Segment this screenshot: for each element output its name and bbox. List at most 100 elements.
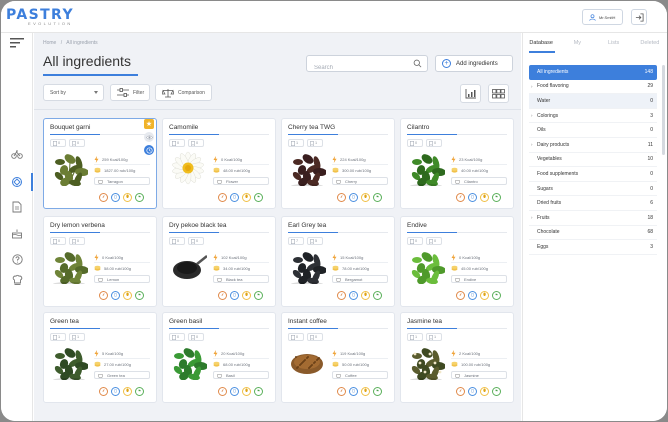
chef-icon[interactable] xyxy=(10,273,24,287)
tab-my[interactable]: My xyxy=(559,33,595,53)
lists-count-value: 1 xyxy=(77,335,80,339)
category-item[interactable]: › Colorings 3 xyxy=(529,109,657,124)
price-value: 27.00 rub/100g xyxy=(104,361,131,367)
category-label: Colorings xyxy=(537,112,559,119)
chart-view-button[interactable] xyxy=(460,84,481,103)
category-item[interactable]: › Food flavoring 29 xyxy=(529,80,657,95)
category-item[interactable]: Eggs 3 xyxy=(529,240,657,255)
ingredient-card[interactable]: Endive 0 0 0 Kcal/100g 45.00 rub/100g En… xyxy=(400,216,514,307)
recipes-count-value: 0 xyxy=(296,335,299,339)
ingredient-card[interactable]: Instant coffee 0 0 119 Kcal/100g 50.00 r… xyxy=(281,312,395,403)
lists-count: 0 xyxy=(69,237,85,245)
clock-icon[interactable] xyxy=(144,145,154,155)
menu-icon[interactable] xyxy=(10,36,24,50)
calories-value: 0 Kcal/100g xyxy=(459,255,481,260)
add-ingredients-label: Add ingredients xyxy=(456,60,498,67)
category-item[interactable]: › Fruits 18 xyxy=(529,211,657,226)
recipes-count-value: 0 xyxy=(58,239,61,243)
egg-icon: ⬮ xyxy=(361,387,370,396)
category-label: Sugars xyxy=(537,185,553,192)
bookmark-icon xyxy=(310,140,314,146)
ingredient-card[interactable]: Dry lemon verbena 0 0 0 Kcal/100g 58.00 … xyxy=(43,216,157,307)
milk-icon: ▯ xyxy=(468,387,477,396)
tab-deleted[interactable]: Deleted xyxy=(632,33,667,53)
ingredient-card[interactable]: Cilantro 0 0 23 Kcal/100g 40.00 rub/100g… xyxy=(400,118,514,209)
calories-value: 102 Kcal/100g xyxy=(221,255,247,260)
category-item[interactable]: Water 0 xyxy=(529,94,657,109)
calories-row: 20 Kcal/100g xyxy=(213,350,244,357)
coins-icon xyxy=(332,265,339,271)
ingredients-icon[interactable] xyxy=(10,175,24,189)
ingredient-card[interactable]: Jasmine tea 1 1 2 Kcal/100g 100.00 rub/1… xyxy=(400,312,514,403)
name-underline xyxy=(288,328,388,329)
logout-button[interactable] xyxy=(631,9,647,25)
page-title: All ingredients xyxy=(43,53,131,69)
calories-row: 119 Kcal/100g xyxy=(332,350,365,357)
lists-count-value: 0 xyxy=(315,335,318,339)
add-ingredients-button[interactable]: + Add ingredients xyxy=(435,55,513,72)
ingredient-photo xyxy=(407,248,446,285)
category-scrollbar[interactable] xyxy=(662,65,665,155)
category-label: All ingredients xyxy=(537,69,569,76)
diet-badges: ⸙ ▯ ⬮ ❧ xyxy=(99,387,144,396)
category-item[interactable]: › Dairy products 11 xyxy=(529,138,657,153)
flavor-tag: Cilantro xyxy=(451,177,507,185)
left-sidebar xyxy=(1,33,33,421)
diet-badges: ⸙ ▯ ⬮ ❧ xyxy=(337,291,382,300)
category-item[interactable]: Oils 0 xyxy=(529,123,657,138)
category-item[interactable]: Food supplements 0 xyxy=(529,167,657,182)
plus-icon: + xyxy=(442,59,451,68)
category-item[interactable]: Sugars 0 xyxy=(529,182,657,197)
lists-count: 0 xyxy=(426,237,442,245)
leaf-icon: ❧ xyxy=(254,193,263,202)
ingredient-card[interactable]: Bouquet garni 0 0 259 Kcal/100g 1827.00 … xyxy=(43,118,157,209)
calories-row: 224 Kcal/100g xyxy=(332,156,366,163)
help-icon[interactable] xyxy=(10,252,24,266)
lightning-icon xyxy=(332,156,337,163)
ingredient-card[interactable]: Earl Grey tea 7 5 15 Kcal/100g 78.00 rub… xyxy=(281,216,395,307)
star-icon[interactable]: ★ xyxy=(144,119,154,129)
search-input[interactable] xyxy=(307,60,407,76)
name-underline xyxy=(407,328,507,329)
price-value: 50.00 rub/100g xyxy=(342,361,369,367)
sort-by-select[interactable]: Sort by xyxy=(43,84,104,101)
category-count: 148 xyxy=(644,69,653,76)
ingredient-card[interactable]: Green tea 1 1 5 Kcal/100g 27.00 rub/100g… xyxy=(43,312,157,403)
tab-lists[interactable]: Lists xyxy=(596,33,632,53)
category-item[interactable]: Chocolate 68 xyxy=(529,226,657,241)
user-menu-button[interactable]: Mr.SmitH xyxy=(582,9,623,25)
recipes-count-value: 0 xyxy=(415,141,418,145)
ingredient-card[interactable]: Camomile 0 0 0 Kcal/100g 48.00 rub/100g … xyxy=(162,118,276,209)
flavor-tag: Black tea xyxy=(213,275,269,283)
name-underline xyxy=(169,134,269,135)
grid-view-button[interactable] xyxy=(488,84,509,103)
ingredient-card[interactable]: Dry pekoe black tea 0 0 102 Kcal/100g 34… xyxy=(162,216,276,307)
ingredient-card[interactable]: Green basil 0 0 20 Kcal/100g 68.00 rub/1… xyxy=(162,312,276,403)
egg-icon: ⬮ xyxy=(242,193,251,202)
diet-badges: ⸙ ▯ ⬮ ❧ xyxy=(456,193,501,202)
cake-icon[interactable] xyxy=(10,226,24,240)
ingredient-card[interactable]: Cherry tea TWG 1 1 224 Kcal/100g 300.00 … xyxy=(281,118,395,209)
document-icon[interactable] xyxy=(10,200,24,214)
search-icon[interactable] xyxy=(413,59,422,68)
egg-icon: ⬮ xyxy=(361,193,370,202)
recipes-count: 0 xyxy=(288,333,304,341)
lightning-icon xyxy=(332,350,337,357)
egg-icon: ⬮ xyxy=(123,387,132,396)
tab-database[interactable]: Database xyxy=(523,33,559,53)
eye-icon[interactable] xyxy=(144,132,154,142)
coins-icon xyxy=(94,265,101,271)
leaf-icon: ❧ xyxy=(492,387,501,396)
comparison-button[interactable]: Comparison xyxy=(155,84,212,101)
bike-icon[interactable] xyxy=(10,147,24,161)
price-value: 48.00 rub/100g xyxy=(223,167,250,173)
breadcrumb-home[interactable]: Home xyxy=(43,40,56,46)
lists-count: 0 xyxy=(307,333,323,341)
recipes-count-value: 1 xyxy=(296,141,299,145)
filter-button[interactable]: Filter xyxy=(110,84,150,101)
milk-icon: ▯ xyxy=(230,193,239,202)
category-item[interactable]: Vegetables 10 xyxy=(529,153,657,168)
flavor-tag-label: Black tea xyxy=(226,276,243,282)
category-item[interactable]: Dried fruits 6 xyxy=(529,196,657,211)
category-item[interactable]: All ingredients 148 xyxy=(529,65,657,80)
